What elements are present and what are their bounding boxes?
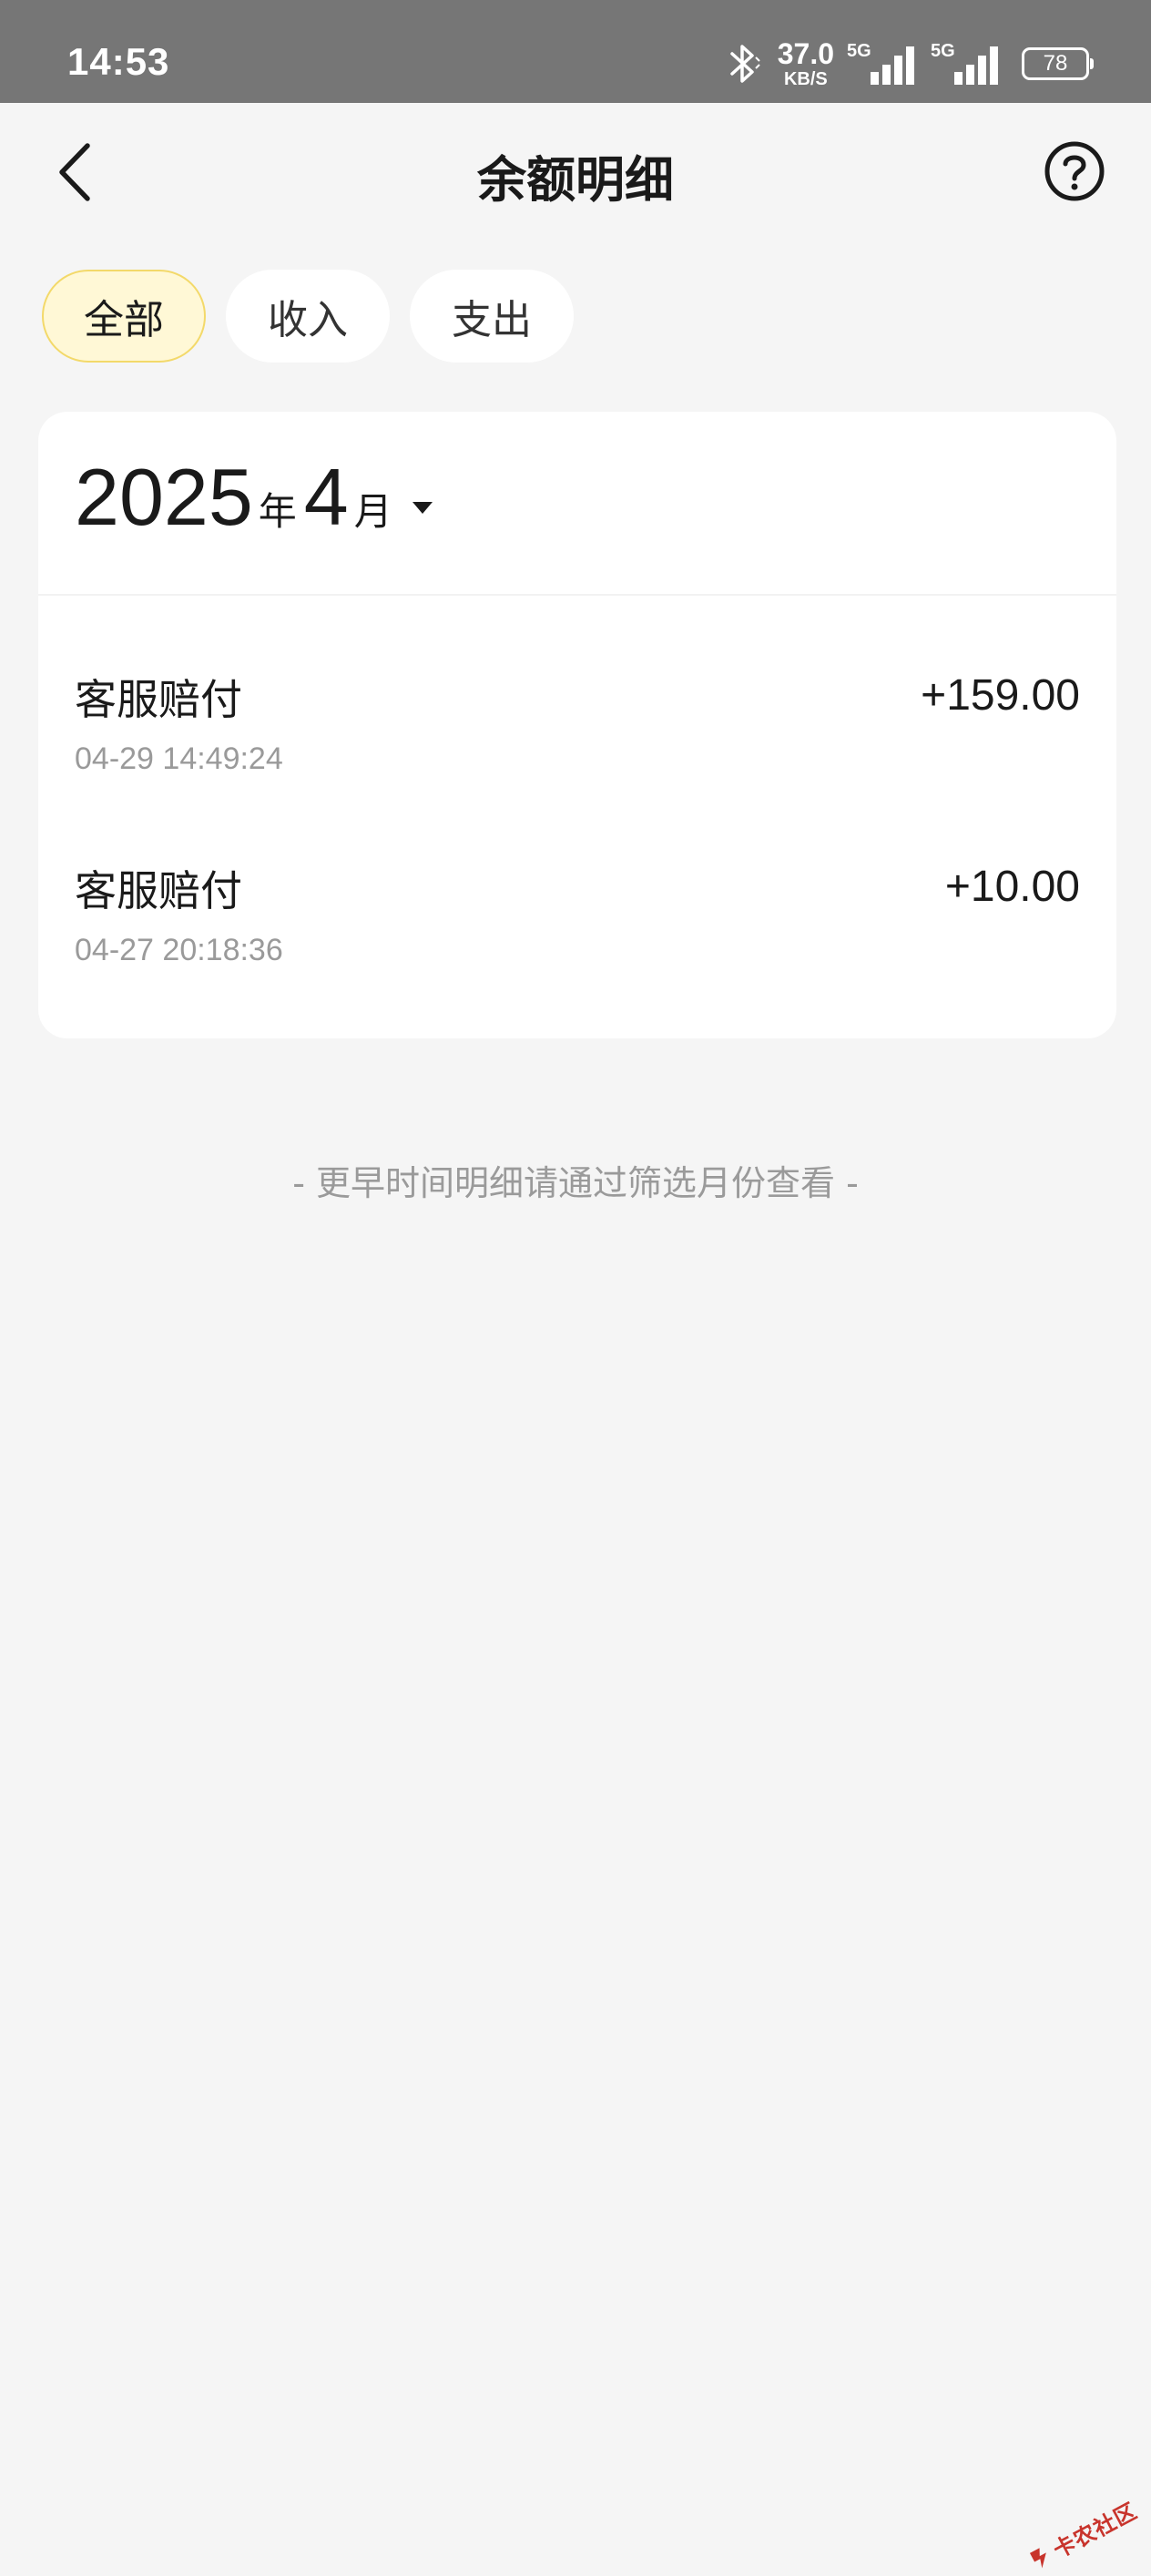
signal-label: 5G [931, 41, 955, 61]
tab-income[interactable]: 收入 [226, 270, 390, 363]
year-value: 2025 [75, 452, 253, 542]
record-amount: +10.00 [944, 863, 1080, 911]
nav-bar: 余额明细 [0, 103, 1151, 240]
status-time: 14:53 [67, 40, 170, 83]
filter-tabs: 全部 收入 支出 [42, 270, 574, 363]
record-card: 2025 年 4 月 客服赔付 04-29 14:49:24 +159.00 客… [38, 412, 1116, 1038]
signal-icon: 5G [847, 41, 918, 87]
network-speed: 37.0 KB/S [778, 39, 834, 88]
status-bar: 14:53 37.0 KB/S 5G 5G 78 [0, 0, 1151, 103]
watermark-logo-icon [1029, 2547, 1046, 2569]
tab-all[interactable]: 全部 [42, 270, 206, 363]
help-button[interactable] [1042, 138, 1107, 204]
month-value: 4 [303, 452, 349, 542]
question-circle-icon [1044, 141, 1105, 201]
page-title: 余额明细 [477, 151, 674, 209]
record-title: 客服赔付 [75, 675, 242, 724]
list-item[interactable]: 客服赔付 04-27 20:18:36 +10.00 [38, 834, 1116, 1026]
battery-icon: 78 [1022, 47, 1094, 80]
battery-level: 78 [1043, 51, 1068, 76]
watermark: 卡农社区 [1024, 2493, 1142, 2576]
footer-note: - 更早时间明细请通过筛选月份查看 - [292, 1163, 859, 1203]
signal-label: 5G [847, 41, 871, 61]
record-amount: +159.00 [921, 671, 1080, 720]
year-unit: 年 [258, 489, 297, 534]
month-header: 2025 年 4 月 [38, 412, 1116, 596]
month-selector[interactable]: 2025 年 4 月 [75, 457, 433, 537]
caret-down-icon [412, 502, 433, 514]
watermark-text: 卡农社区 [1049, 2498, 1142, 2564]
tab-expense[interactable]: 支出 [410, 270, 574, 363]
status-indicators: 37.0 KB/S 5G 5G 78 [721, 36, 1094, 91]
record-time: 04-27 20:18:36 [75, 933, 283, 967]
record-title: 客服赔付 [75, 866, 242, 915]
month-unit: 月 [353, 489, 392, 534]
bluetooth-icon [721, 38, 765, 89]
network-speed-value: 37.0 [777, 37, 834, 70]
network-speed-unit: KB/S [783, 69, 828, 89]
list-item[interactable]: 客服赔付 04-29 14:49:24 +159.00 [38, 643, 1116, 834]
record-time: 04-29 14:49:24 [75, 741, 283, 776]
signal-icon: 5G [931, 41, 1002, 87]
